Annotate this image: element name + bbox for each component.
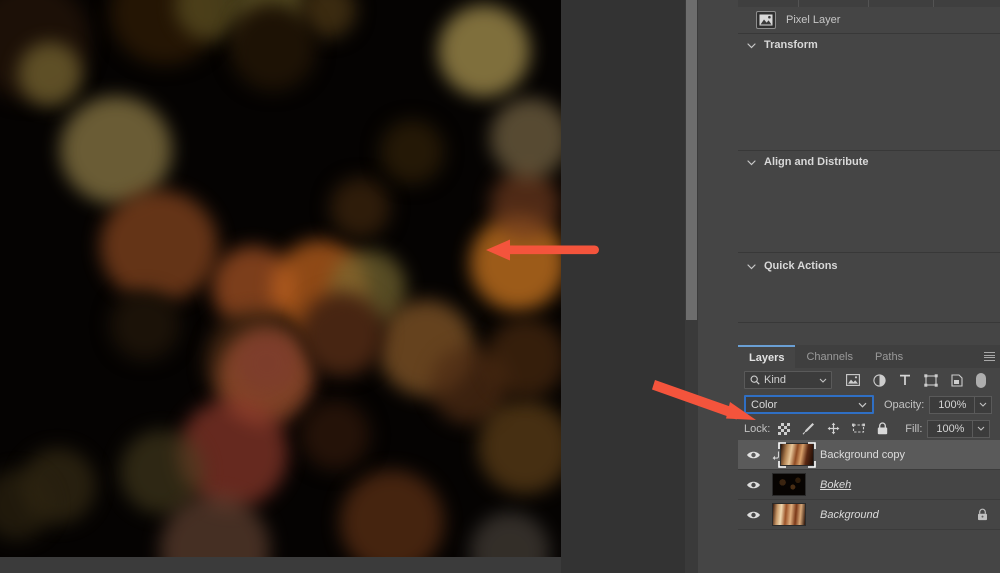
filter-smart-object-icon[interactable] [951,373,963,387]
right-dock: Pixel Layer Transform W 17.04 in H 11.36… [738,0,1000,573]
table-row[interactable]: Background [738,500,1000,530]
layer-type-label: Pixel Layer [786,14,841,26]
canvas-bottom-edge [0,557,561,573]
transform-section: Transform [738,34,1000,56]
layer-name[interactable]: Background [820,509,879,521]
lock-image-pixels-icon[interactable] [802,422,815,435]
layer-thumbnail [780,443,814,466]
transform-section-header[interactable]: Transform [738,34,1000,56]
filter-kind-select[interactable]: Kind [744,371,832,389]
eye-icon[interactable] [738,450,768,460]
blend-mode-row: Color Opacity: 100% [738,392,1000,417]
quick-actions-section: Quick Actions [738,255,1000,277]
layers-panel-tabs: Layers Channels Paths [738,345,1000,368]
opacity-field[interactable]: 100% [929,395,976,414]
filter-kind-label: Kind [764,374,787,386]
layer-name[interactable]: Background copy [820,449,905,461]
tab-layers[interactable]: Layers [738,345,796,368]
quick-actions-header[interactable]: Quick Actions [738,255,1000,277]
image-icon [756,11,776,29]
lock-transparent-pixels-icon[interactable] [778,422,791,435]
align-section: Align and Distribute [738,151,1000,173]
chevron-down-icon [858,399,867,411]
document-canvas[interactable] [0,0,561,557]
layers-panel: Layers Channels Paths Kind Color Opacity… [738,345,1000,573]
layer-thumbnail [772,503,806,526]
fill-caret-icon[interactable] [973,419,991,438]
lock-artboard-nesting-icon[interactable] [852,422,866,435]
table-row[interactable]: Bokeh [738,470,1000,500]
lock-label: Lock: [744,422,771,435]
chevron-down-icon [747,263,756,269]
dock-spacer [698,0,738,573]
align-title: Align and Distribute [764,156,869,168]
filter-type-icon[interactable] [899,374,911,386]
layer-thumbnail-wrap[interactable] [768,440,816,470]
align-section-header[interactable]: Align and Distribute [738,151,1000,173]
fill-label: Fill: [905,422,923,435]
layer-thumbnail-wrap[interactable] [768,500,814,530]
search-icon [750,375,760,385]
opacity-caret-icon[interactable] [975,395,993,414]
blend-mode-select[interactable]: Color [744,395,874,414]
canvas-scrollbar-thumb[interactable] [686,0,697,320]
lock-row: Lock: Fill: 100% [738,417,1000,440]
transform-title: Transform [764,39,818,51]
opacity-label: Opacity: [884,398,925,411]
filter-toggle-icon[interactable] [976,372,986,388]
layer-thumbnail [772,473,806,496]
chevron-down-icon [819,374,827,386]
fill-field[interactable]: 100% [927,419,974,438]
canvas-surround [561,0,685,573]
filter-shape-icon[interactable] [924,373,938,387]
lock-icon [977,508,988,524]
chevron-down-icon [747,159,756,165]
lock-all-icon[interactable] [877,422,888,435]
eye-icon[interactable] [738,480,768,490]
hamburger-menu-icon[interactable] [984,352,995,361]
blend-mode-value: Color [751,398,778,411]
table-row[interactable]: Background copy [738,440,1000,470]
filter-adjustment-icon[interactable] [873,373,886,387]
chevron-down-icon [747,42,756,48]
clipping-mask-arrow-icon [772,451,780,460]
properties-layer-type: Pixel Layer [738,7,1000,34]
filter-pixel-icon[interactable] [846,374,860,386]
quick-actions-title: Quick Actions [764,260,838,272]
layer-name[interactable]: Bokeh [820,479,851,491]
layer-filter-row: Kind [738,368,1000,392]
lock-position-icon[interactable] [827,422,840,435]
tab-channels[interactable]: Channels [795,345,863,368]
eye-icon[interactable] [738,510,768,520]
panel-tab-strip [738,0,1000,7]
layer-thumbnail-wrap[interactable] [768,470,814,500]
workspace [0,0,738,573]
tab-paths[interactable]: Paths [864,345,914,368]
